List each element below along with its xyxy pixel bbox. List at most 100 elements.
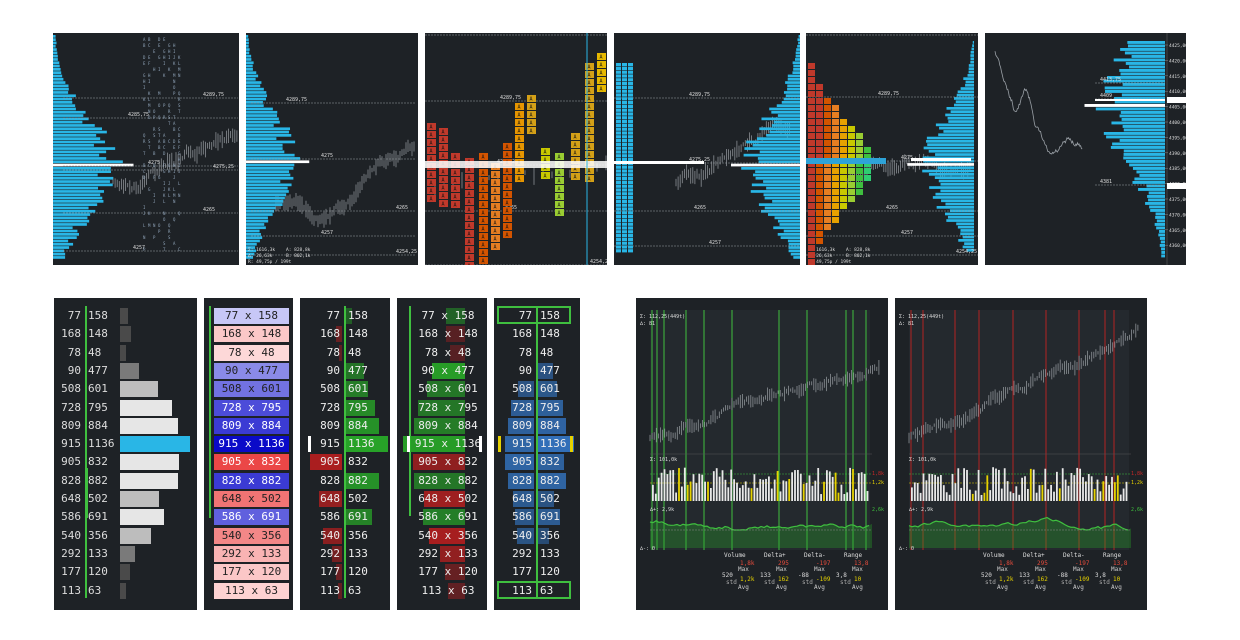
tpo-letter: Q bbox=[168, 103, 171, 108]
ask-value: 63 bbox=[348, 583, 362, 597]
tpo-letter: J bbox=[178, 169, 180, 174]
tpo-block bbox=[622, 169, 627, 173]
footprint-panel-5[interactable]: 77 158 168 148 78 48 90 477 508 601 728 795 809 884 91… bbox=[494, 298, 580, 610]
tpo-block bbox=[616, 184, 621, 188]
profile-bar bbox=[793, 68, 800, 71]
profile-bar bbox=[53, 71, 62, 74]
profile-bar bbox=[1134, 177, 1165, 181]
tpo-letter: A bbox=[544, 174, 547, 180]
tpo-block bbox=[840, 126, 847, 132]
profile-bar bbox=[936, 206, 974, 209]
tpo-letter: G bbox=[163, 49, 166, 54]
tpo-block bbox=[840, 203, 847, 209]
tpo-letter: E bbox=[153, 49, 156, 54]
tpo-block bbox=[622, 207, 627, 211]
profile-bar bbox=[53, 193, 101, 197]
tpo-letter: A bbox=[454, 155, 457, 161]
axis-label: 4360,00 bbox=[1169, 243, 1186, 249]
profile-bar bbox=[758, 160, 800, 164]
tpo-block bbox=[628, 139, 633, 143]
tpo-letter: A bbox=[574, 143, 577, 149]
bid-ask-cell: 177 x 120 bbox=[418, 565, 478, 579]
volume-bar bbox=[843, 494, 846, 501]
tpo-block bbox=[616, 108, 621, 112]
profile-bar bbox=[963, 77, 974, 80]
tpo-block bbox=[808, 252, 815, 258]
stat-max-label: Max bbox=[738, 566, 749, 573]
stat-avg-value: 1,2k bbox=[740, 576, 755, 583]
profile-bar bbox=[246, 153, 295, 157]
profile-panel-2[interactable]: 4289,75 4275 4265 4257 4254,25 Σ: 1616,3k A: 8… bbox=[246, 33, 418, 265]
tpo-block bbox=[616, 245, 621, 249]
profile-bar bbox=[940, 189, 974, 193]
level-label: 4304 bbox=[961, 33, 973, 35]
profile-bar bbox=[968, 70, 974, 74]
footprint-panel-1[interactable]: 77 158 168 148 78 48 90 477 508 601 728 795 809 884 91… bbox=[54, 298, 197, 610]
tpo-block bbox=[816, 112, 823, 118]
bid-value: 540 bbox=[61, 528, 81, 542]
volume-chart-panel-2[interactable]: Σ: 112,25(449t) ∆: 81 Σ: 101,0k ∆+: 2,9k ∆-:… bbox=[895, 298, 1147, 610]
volume-chart-panel-1[interactable]: Σ: 112,25(449t) ∆: 81 Σ: 101,0k ∆+: 2,9k ∆-:… bbox=[636, 298, 888, 610]
tpo-letter: A bbox=[468, 240, 471, 246]
stat-std-label: std bbox=[840, 579, 851, 586]
profile-panel-1[interactable]: 4289,75 4285,75 4275 4275,25 4265 4257 A B D E B C E… bbox=[53, 33, 239, 265]
tpo-letter: H bbox=[173, 43, 176, 48]
profile-panel-5[interactable]: 4289,754275426542574254,254304Σ: 1616,3k… bbox=[806, 33, 978, 265]
tpo-block bbox=[808, 168, 815, 174]
ask-value: 148 bbox=[348, 327, 368, 341]
profile-bar bbox=[246, 104, 264, 107]
profile-bar bbox=[246, 239, 260, 243]
tpo-letter: K bbox=[148, 91, 151, 96]
tpo-block bbox=[808, 126, 815, 132]
tpo-letter: Q bbox=[178, 91, 181, 96]
tpo-block bbox=[622, 139, 627, 143]
bid-value: 809 bbox=[512, 418, 532, 432]
tpo-letter: E bbox=[143, 61, 146, 66]
profile-bar bbox=[246, 193, 287, 197]
stats-header: Delta+ bbox=[764, 552, 786, 559]
profile-bar bbox=[949, 209, 974, 212]
tpo-letter: Q bbox=[178, 211, 181, 216]
tpo-block bbox=[848, 147, 855, 153]
profile-bar bbox=[53, 120, 83, 124]
volume-bar bbox=[940, 475, 942, 501]
volume-bar bbox=[797, 469, 799, 501]
stat-value: 520 bbox=[981, 572, 992, 579]
bid-value: 586 bbox=[512, 510, 532, 524]
tpo-letter: A bbox=[544, 150, 547, 156]
tpo-letter: A bbox=[518, 169, 521, 175]
tpo-block bbox=[848, 182, 855, 188]
profile-bar bbox=[246, 127, 291, 131]
tpo-letter: D bbox=[163, 151, 166, 156]
tpo-block bbox=[848, 175, 855, 181]
bid-value: 809 bbox=[61, 418, 81, 432]
profile-bar bbox=[968, 67, 974, 71]
tpo-letter: A bbox=[482, 227, 485, 233]
tpo-letter: A bbox=[482, 235, 485, 241]
profile-bar bbox=[970, 57, 974, 61]
tpo-letter: A bbox=[494, 173, 497, 179]
profile-bar bbox=[945, 113, 974, 117]
profile-bar bbox=[53, 236, 77, 239]
tpo-block bbox=[616, 226, 621, 230]
tpo-block bbox=[816, 175, 823, 181]
footprint-panel-4[interactable]: 77 x 158 168 x 148 78 x 48 90 x 477 508 x 60… bbox=[397, 298, 487, 610]
tpo-letter: T bbox=[168, 121, 171, 126]
profile-panel-3[interactable]: 4289,754275,2542654254,254304AAAAAAAAAAA… bbox=[425, 33, 607, 265]
tpo-letter: K bbox=[178, 55, 181, 60]
footprint-panel-3[interactable]: 77 158 168 148 78 48 90 477 508 601 728 795 809 884 91… bbox=[300, 298, 390, 610]
profile-bar bbox=[972, 41, 974, 44]
profile-bar bbox=[246, 157, 301, 160]
tpo-letter: A bbox=[494, 213, 497, 219]
profile-panel-6[interactable]: 4413,75 4409 4381 4425,00 4420,00 4415,00 4410… bbox=[985, 33, 1186, 265]
profile-panel-4[interactable]: 4289,75 4275,25 4265 4257 bbox=[614, 33, 800, 265]
profile-bar bbox=[53, 124, 95, 127]
tpo-block bbox=[832, 140, 839, 146]
tpo-block bbox=[816, 217, 823, 223]
profile-bar bbox=[1125, 62, 1165, 65]
profile-bar bbox=[53, 143, 94, 147]
profile-bar bbox=[246, 196, 285, 200]
footprint-panel-2[interactable]: 77 x 158 168 x 148 78 x 48 90 x 477 508 x 60… bbox=[204, 298, 293, 610]
tpo-letter: T bbox=[178, 109, 181, 114]
bid-ask-cell: 113 x 63 bbox=[421, 583, 475, 597]
